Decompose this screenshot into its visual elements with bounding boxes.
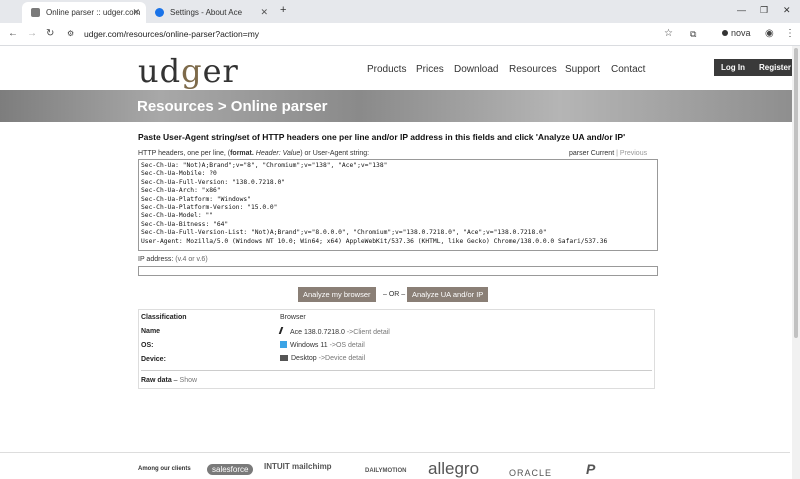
raw-data-show-link[interactable]: Show (180, 377, 198, 384)
paypal-logo: P (586, 461, 596, 477)
udger-logo[interactable]: udger (138, 52, 239, 90)
logo-text: g (181, 52, 203, 90)
analyze-ua-ip-button[interactable]: Analyze UA and/or IP (407, 287, 489, 302)
headers-label: HTTP headers, one per line, (format. Hea… (138, 150, 369, 157)
profile-name: nova (731, 28, 751, 38)
classification-label: Classification (141, 314, 187, 321)
label-text: ) or User-Agent string: (300, 150, 370, 157)
profile-avatar-icon (722, 30, 728, 36)
oracle-logo: ORACLE (509, 468, 553, 478)
nav-prices[interactable]: Prices (416, 64, 444, 75)
separator: – (171, 377, 180, 384)
udger-favicon-icon (31, 8, 40, 17)
nav-support[interactable]: Support (565, 64, 600, 75)
os-label: OS: (141, 342, 154, 349)
forward-icon[interactable]: → (27, 28, 37, 39)
address-bar: ← → ↻ ⚙ udger.com/resources/online-parse… (0, 23, 800, 46)
parser-label: parser (569, 150, 589, 157)
device-row: Desktop ->Device detail (280, 355, 365, 362)
reload-icon[interactable]: ↻ (46, 28, 54, 39)
mailchimp-logo: INTUIT mailchimp (264, 462, 332, 471)
divider (141, 370, 652, 371)
clients-label: Among our clients (138, 466, 191, 472)
nav-contact[interactable]: Contact (611, 64, 645, 75)
nav-products[interactable]: Products (367, 64, 406, 75)
device-detail-link[interactable]: ->Device detail (319, 355, 366, 362)
name-value: Ace 138.0.7218.0 (290, 329, 345, 336)
back-icon[interactable]: ← (8, 28, 18, 39)
nav-resources[interactable]: Resources (509, 64, 557, 75)
desktop-icon (280, 355, 288, 361)
new-tab-button[interactable]: + (280, 4, 286, 16)
footer-divider (0, 452, 790, 453)
dailymotion-logo: DAILYMOTION (365, 468, 407, 474)
tab-title: Settings - About Ace (170, 8, 243, 17)
close-tab-icon[interactable]: ✕ (260, 7, 268, 18)
os-detail-link[interactable]: ->OS detail (330, 342, 365, 349)
device-label: Device: (141, 356, 166, 363)
windows-icon (280, 341, 287, 348)
allegro-logo: allegro (428, 459, 480, 478)
tab-settings[interactable]: Settings - About Ace ✕ (146, 2, 274, 23)
analyze-browser-button[interactable]: Analyze my browser (298, 287, 376, 302)
parser-version-switch: parser Current | Previous (569, 150, 647, 157)
label-hint: (v.4 or v.6) (175, 256, 208, 263)
name-row: Ace 138.0.7218.0 ->Client detail (278, 327, 390, 336)
name-label: Name (141, 328, 161, 335)
parser-current-link[interactable]: Current (591, 150, 614, 157)
label-text: HTTP headers, one per line, ( (138, 150, 231, 157)
close-tab-icon[interactable]: ✕ (132, 7, 140, 18)
tab-strip: Online parser :: udger.com ✕ Settings - … (0, 0, 800, 23)
nav-download[interactable]: Download (454, 64, 498, 75)
label-text: IP address: (138, 256, 174, 263)
account-icon[interactable]: ◉ (765, 28, 774, 39)
ip-address-input[interactable] (138, 266, 658, 276)
browser-feather-icon (278, 327, 289, 334)
minimize-button[interactable]: — (737, 5, 746, 15)
label-text: Header: Value (253, 150, 301, 157)
intro-text: Paste User-Agent string/set of HTTP head… (138, 132, 626, 142)
logo-text: er (202, 52, 239, 90)
classification-value: Browser (280, 314, 306, 321)
maximize-button[interactable]: ❐ (760, 5, 768, 16)
close-window-button[interactable]: ✕ (783, 5, 791, 16)
os-value: Windows 11 (290, 342, 328, 349)
tab-online-parser[interactable]: Online parser :: udger.com ✕ (22, 2, 146, 23)
headers-textarea[interactable]: Sec-Ch-Ua: "Not)A;Brand";v="8", "Chromiu… (138, 159, 658, 251)
gear-icon (155, 8, 164, 17)
scrollbar-thumb[interactable] (794, 48, 798, 338)
salesforce-logo: salesforce (207, 464, 254, 475)
bookmark-star-icon[interactable]: ☆ (664, 28, 673, 39)
ip-label: IP address: (v.4 or v.6) (138, 256, 208, 263)
raw-data-label: Raw data (141, 377, 172, 384)
label-text: format. (230, 150, 254, 157)
or-separator: – OR – (383, 291, 406, 298)
page-title: Resources > Online parser (137, 98, 328, 115)
page-banner (0, 90, 800, 122)
client-detail-link[interactable]: ->Client detail (347, 329, 390, 336)
os-row: Windows 11 ->OS detail (280, 341, 365, 349)
device-value: Desktop (291, 355, 317, 362)
menu-icon[interactable]: ⋮ (785, 28, 795, 39)
login-button[interactable]: Log In (714, 63, 752, 72)
extensions-icon[interactable]: ⧉ (690, 29, 696, 40)
results-panel: Classification Browser Name Ace 138.0.72… (138, 309, 655, 389)
profile-button[interactable]: nova (718, 27, 755, 39)
url-field[interactable]: udger.com/resources/online-parser?action… (84, 29, 259, 39)
auth-bar: Log In Register (714, 59, 799, 76)
parser-previous-link[interactable]: Previous (620, 150, 647, 157)
raw-data-row: Raw data – Show (141, 377, 197, 384)
tab-title: Online parser :: udger.com (46, 8, 141, 17)
site-info-icon[interactable]: ⚙ (67, 29, 74, 38)
logo-text: ud (138, 52, 182, 90)
